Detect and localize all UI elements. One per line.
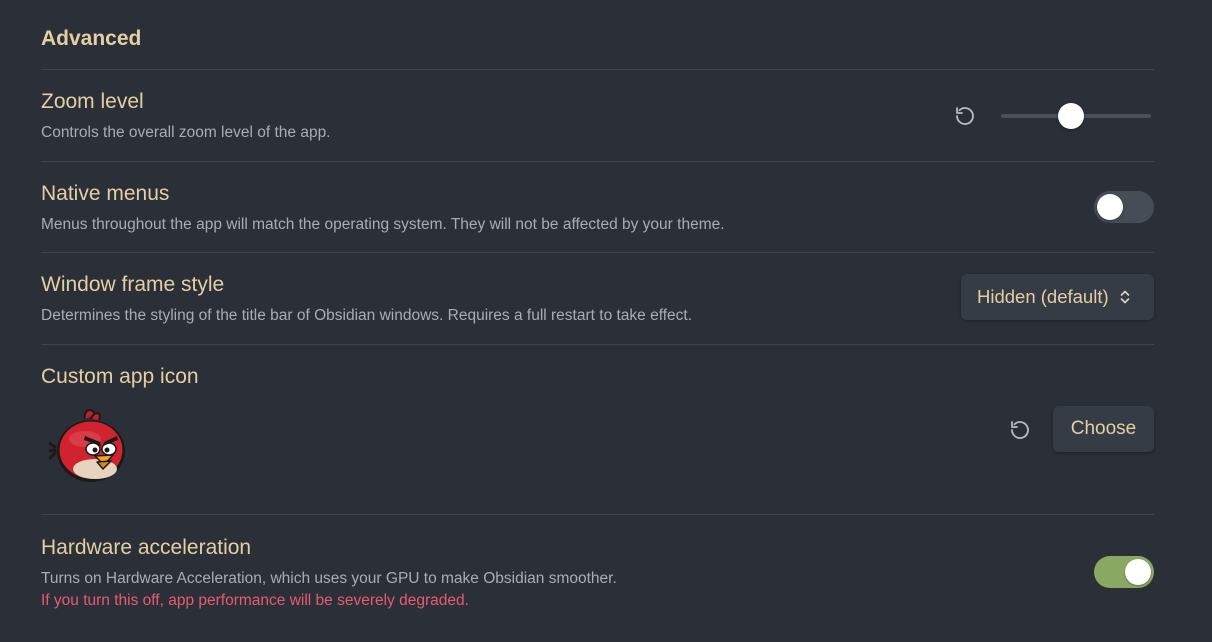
chevron-up-down-icon [1119,289,1131,305]
slider-thumb[interactable] [1058,103,1084,129]
setting-description: Menus throughout the app will match the … [41,216,725,233]
window-frame-dropdown[interactable]: Hidden (default) [961,274,1154,320]
setting-name: Zoom level [41,90,144,113]
setting-description: Turns on Hardware Acceleration, which us… [41,570,617,587]
setting-warning: If you turn this off, app performance wi… [41,592,469,609]
section-header: Advanced [41,0,1154,70]
setting-window-frame-style: Window frame style Determines the stylin… [41,253,1154,345]
zoom-slider[interactable] [1001,103,1151,129]
setting-name: Window frame style [41,273,225,296]
setting-hardware-acceleration: Hardware acceleration Turns on Hardware … [41,515,1154,642]
setting-description: Determines the styling of the title bar … [41,307,693,324]
native-menus-toggle[interactable] [1094,191,1154,223]
toggle-knob [1097,194,1123,220]
setting-name: Custom app icon [41,365,199,388]
reset-icon[interactable] [952,103,978,129]
setting-name: Hardware acceleration [41,536,252,559]
dropdown-value: Hidden (default) [977,286,1109,307]
choose-icon-button[interactable]: Choose [1053,406,1154,452]
setting-name: Native menus [41,182,170,205]
setting-description: Controls the overall zoom level of the a… [41,124,331,141]
angry-bird-icon [47,407,129,483]
setting-zoom-level: Zoom level Controls the overall zoom lev… [41,70,1154,162]
hardware-acceleration-toggle[interactable] [1094,556,1154,588]
toggle-knob [1125,559,1151,585]
setting-custom-app-icon: Custom app icon Choose [41,345,1154,515]
section-title: Advanced [41,27,142,50]
reset-icon[interactable] [1007,417,1033,443]
setting-native-menus: Native menus Menus throughout the app wi… [41,162,1154,253]
settings-page: Advanced Zoom level Controls the overall… [0,0,1212,642]
